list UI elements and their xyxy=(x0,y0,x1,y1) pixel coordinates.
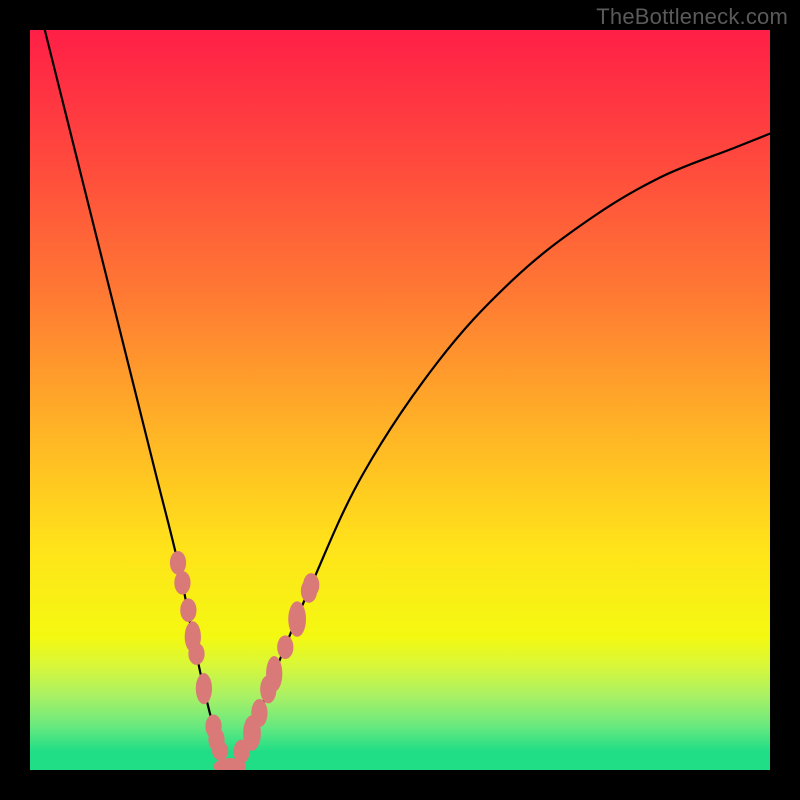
curve-marker xyxy=(277,635,293,659)
curve-marker xyxy=(288,601,306,637)
curve-marker xyxy=(266,656,282,692)
curve-marker xyxy=(188,643,204,665)
bottleneck-curve xyxy=(45,30,770,766)
chart-frame: TheBottleneck.com xyxy=(0,0,800,800)
curve-marker xyxy=(251,699,267,727)
curve-marker xyxy=(174,571,190,595)
plot-area xyxy=(30,30,770,770)
watermark-text: TheBottleneck.com xyxy=(596,4,788,30)
curve-marker xyxy=(212,741,228,760)
curve-marker xyxy=(180,598,196,622)
chart-svg xyxy=(30,30,770,770)
curve-marker xyxy=(196,673,212,704)
curve-markers xyxy=(170,551,319,770)
curve-marker xyxy=(303,573,319,597)
